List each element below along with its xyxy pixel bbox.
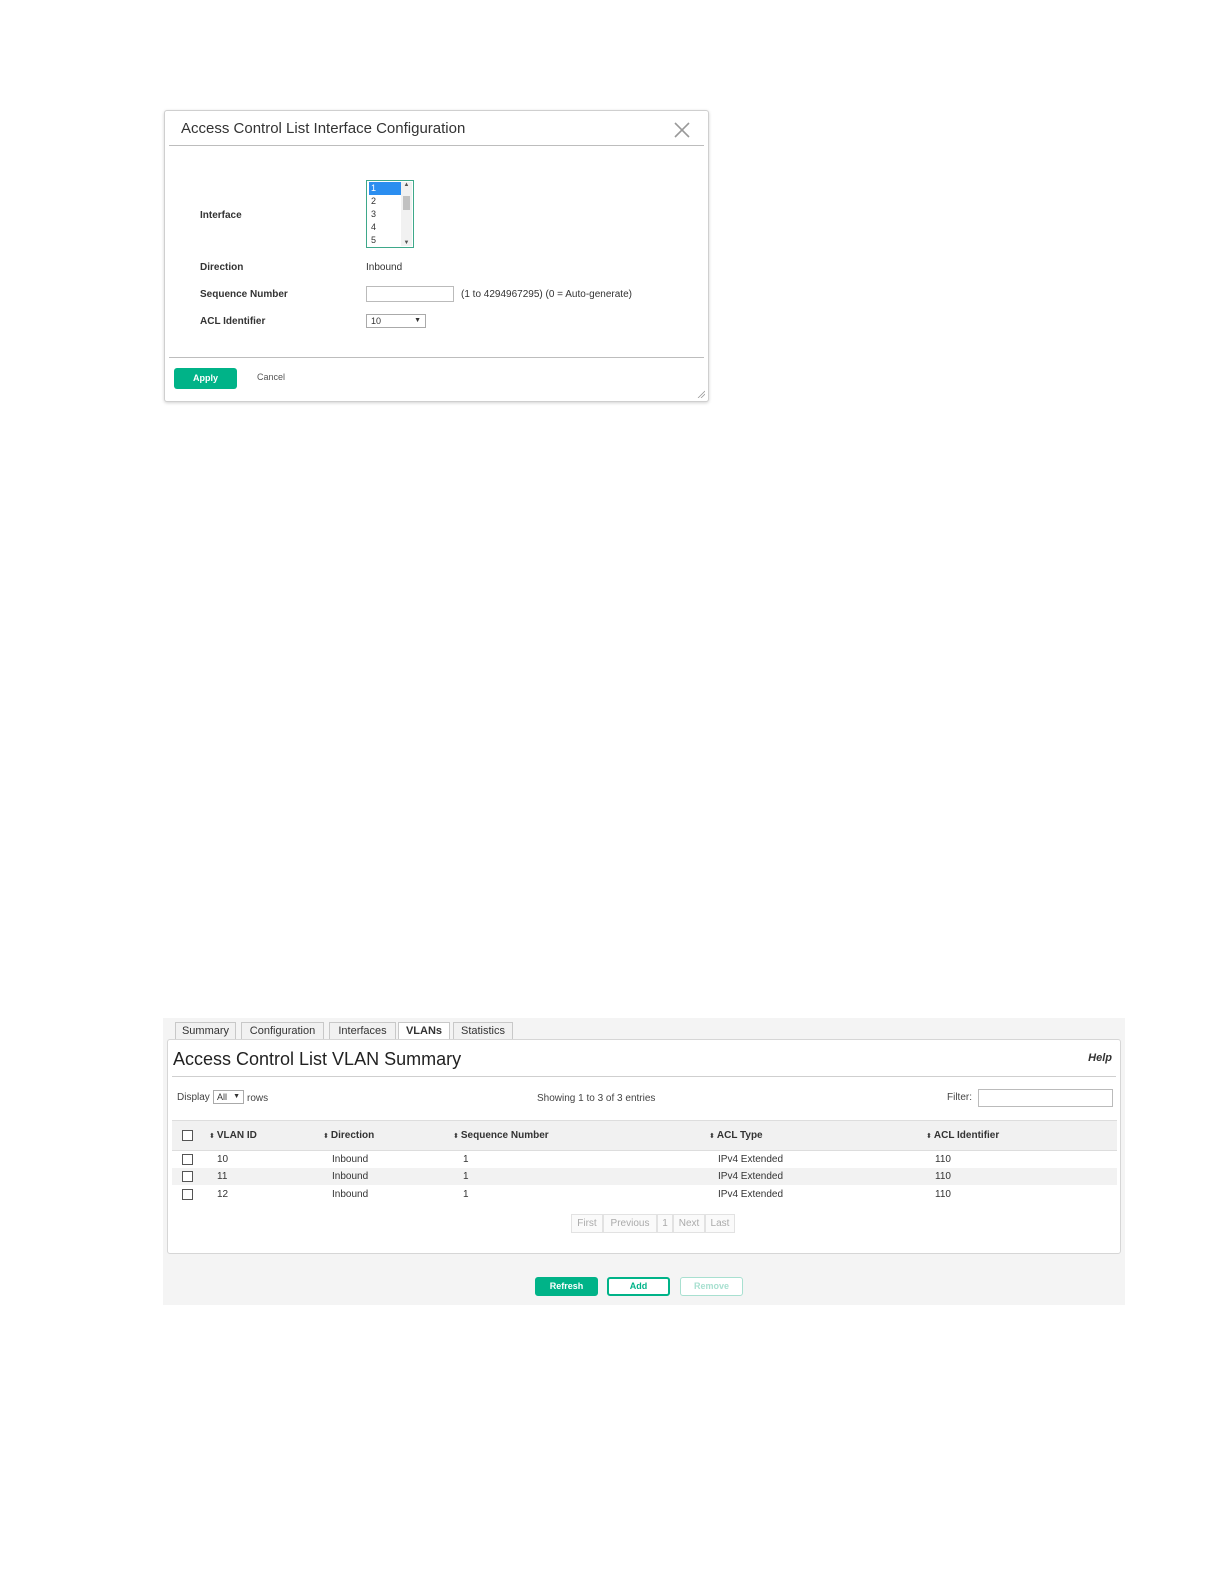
filter-label: Filter:	[947, 1092, 972, 1103]
help-link[interactable]: Help	[1088, 1052, 1112, 1064]
cell-acl-id: 110	[935, 1171, 951, 1182]
interface-option[interactable]: 5	[369, 234, 401, 247]
sort-icon: ⬍	[209, 1133, 215, 1140]
add-button[interactable]: Add	[607, 1277, 670, 1296]
direction-label: Direction	[200, 262, 244, 273]
cell-acl-id: 110	[935, 1189, 951, 1200]
table-row[interactable]: 11 Inbound 1 IPv4 Extended 110	[172, 1168, 1117, 1185]
table-row[interactable]: 10 Inbound 1 IPv4 Extended 110	[172, 1151, 1117, 1168]
sort-icon: ⬍	[453, 1133, 459, 1140]
interface-listbox[interactable]: 1 2 3 4 5 ▲ ▼	[366, 180, 414, 248]
sequence-number-hint: (1 to 4294967295) (0 = Auto-generate)	[461, 289, 632, 300]
pagination-last[interactable]: Last	[705, 1214, 735, 1233]
table-row[interactable]: 12 Inbound 1 IPv4 Extended 110	[172, 1186, 1117, 1203]
tab-statistics[interactable]: Statistics	[453, 1022, 513, 1039]
select-all-checkbox[interactable]	[182, 1130, 193, 1141]
chevron-down-icon: ▼	[233, 1093, 240, 1100]
scrollbar-thumb[interactable]	[403, 196, 410, 210]
column-header-acl-type[interactable]: ⬍ ACL Type	[709, 1130, 763, 1141]
cell-direction: Inbound	[332, 1171, 369, 1182]
acl-identifier-label: ACL Identifier	[200, 316, 266, 327]
scroll-down-icon[interactable]: ▼	[401, 240, 412, 246]
pagination-next[interactable]: Next	[673, 1214, 705, 1233]
column-header-vlan-id[interactable]: ⬍ VLAN ID	[209, 1130, 257, 1141]
cell-direction: Inbound	[332, 1189, 369, 1200]
tab-configuration[interactable]: Configuration	[241, 1022, 324, 1039]
interface-option[interactable]: 3	[369, 208, 401, 221]
dialog-footer-divider	[169, 357, 704, 358]
pagination-previous[interactable]: Previous	[603, 1214, 657, 1233]
acl-vlan-summary-panel: Summary Configuration Interfaces VLANs S…	[163, 1018, 1125, 1305]
scroll-up-icon[interactable]: ▲	[401, 182, 412, 188]
sort-icon: ⬍	[709, 1133, 715, 1140]
sequence-number-label: Sequence Number	[200, 289, 288, 300]
dialog-title: Access Control List Interface Configurat…	[181, 120, 466, 137]
row-checkbox[interactable]	[182, 1189, 193, 1200]
title-divider	[172, 1076, 1116, 1077]
cell-acl-type: IPv4 Extended	[718, 1154, 784, 1165]
rows-label: rows	[247, 1093, 269, 1104]
cell-sequence: 1	[463, 1154, 469, 1165]
resize-handle-icon[interactable]	[697, 390, 705, 398]
display-rows-value: All	[217, 1092, 228, 1102]
filter-input[interactable]	[978, 1089, 1113, 1107]
close-icon[interactable]	[672, 120, 692, 140]
display-label: Display	[177, 1092, 210, 1103]
entries-info: Showing 1 to 3 of 3 entries	[537, 1093, 656, 1104]
column-header-acl-identifier[interactable]: ⬍ ACL Identifier	[926, 1130, 999, 1141]
display-rows-select[interactable]: All ▼	[213, 1090, 244, 1104]
cell-vlan-id: 11	[217, 1171, 228, 1182]
sequence-number-input[interactable]	[366, 286, 454, 302]
cell-vlan-id: 12	[217, 1189, 229, 1200]
summary-content: Access Control List VLAN Summary Help Di…	[167, 1039, 1121, 1254]
interface-option[interactable]: 1	[369, 182, 401, 195]
page-title: Access Control List VLAN Summary	[173, 1049, 462, 1069]
acl-interface-config-dialog: Access Control List Interface Configurat…	[164, 110, 709, 402]
cell-sequence: 1	[463, 1171, 469, 1182]
cell-acl-type: IPv4 Extended	[718, 1189, 784, 1200]
table-header: ⬍ VLAN ID ⬍ Direction ⬍ Sequence Number ⬍ AC…	[172, 1120, 1117, 1151]
interface-label: Interface	[200, 210, 242, 221]
cell-acl-id: 110	[935, 1154, 951, 1165]
cell-sequence: 1	[463, 1189, 469, 1200]
acl-identifier-value: 10	[371, 316, 382, 326]
row-checkbox[interactable]	[182, 1154, 193, 1165]
cell-acl-type: IPv4 Extended	[718, 1171, 784, 1182]
tab-vlans[interactable]: VLANs	[398, 1022, 450, 1040]
refresh-button[interactable]: Refresh	[535, 1277, 598, 1296]
chevron-down-icon: ▼	[414, 317, 421, 324]
sort-icon: ⬍	[323, 1133, 329, 1140]
apply-button[interactable]: Apply	[174, 368, 237, 389]
direction-value: Inbound	[366, 262, 403, 273]
cancel-button[interactable]: Cancel	[257, 372, 285, 382]
interface-option[interactable]: 4	[369, 221, 401, 234]
dialog-header-divider	[169, 145, 704, 146]
pagination-page-1[interactable]: 1	[657, 1214, 673, 1233]
sort-icon: ⬍	[926, 1133, 932, 1140]
cell-direction: Inbound	[332, 1154, 369, 1165]
tab-summary[interactable]: Summary	[175, 1022, 236, 1039]
interface-option[interactable]: 2	[369, 195, 401, 208]
cell-vlan-id: 10	[217, 1154, 229, 1165]
listbox-scrollbar[interactable]: ▲ ▼	[401, 182, 412, 246]
row-checkbox[interactable]	[182, 1171, 193, 1182]
acl-identifier-select[interactable]: 10 ▼	[366, 314, 426, 328]
pagination-first[interactable]: First	[571, 1214, 603, 1233]
column-header-direction[interactable]: ⬍ Direction	[323, 1130, 374, 1141]
tab-interfaces[interactable]: Interfaces	[329, 1022, 396, 1039]
remove-button[interactable]: Remove	[680, 1277, 743, 1296]
column-header-sequence-number[interactable]: ⬍ Sequence Number	[453, 1130, 549, 1141]
